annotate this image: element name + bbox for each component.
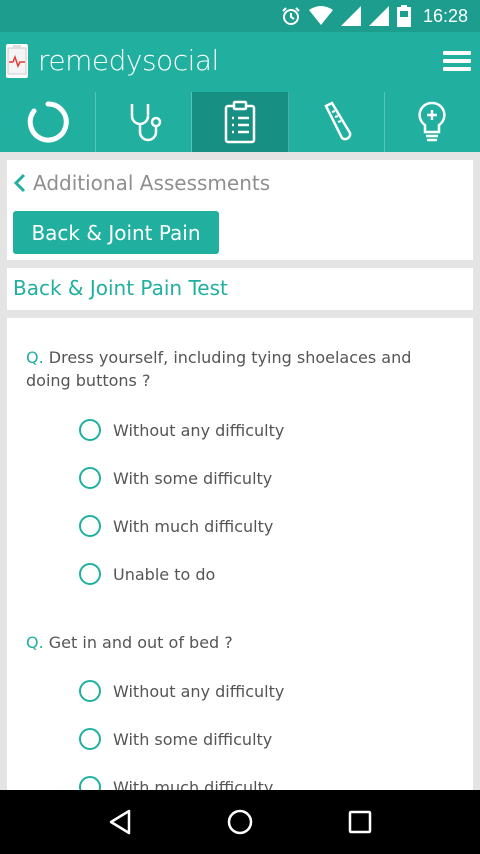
radio-button[interactable] xyxy=(79,563,101,585)
signal-icon xyxy=(340,6,361,26)
tab-tips[interactable] xyxy=(385,92,480,152)
radio-button[interactable] xyxy=(79,776,101,790)
system-nav-bar xyxy=(0,790,480,854)
question-2: Q. Get in and out of bed ? xyxy=(26,631,446,654)
nav-home-button[interactable] xyxy=(220,802,260,842)
tab-bar xyxy=(0,92,480,152)
question-text: Dress yourself, including tying shoelace… xyxy=(26,348,412,390)
answer-option[interactable]: With some difficulty xyxy=(79,466,272,490)
stethoscope-icon xyxy=(130,104,162,142)
radio-button[interactable] xyxy=(79,467,101,489)
wifi-icon xyxy=(308,6,333,25)
battery-icon xyxy=(396,5,411,27)
answer-option[interactable]: With some difficulty xyxy=(79,727,272,751)
status-bar: 16:28 xyxy=(0,0,480,32)
answer-option-label: With much difficulty xyxy=(113,777,274,791)
question-prefix: Q. xyxy=(26,633,44,652)
app-brand: remedysocial xyxy=(38,44,219,77)
answer-option[interactable]: With much difficulty xyxy=(79,514,273,538)
answer-option[interactable]: With much difficulty xyxy=(79,775,273,790)
questions-card: Q. Dress yourself, including tying shoel… xyxy=(7,318,473,790)
status-icons: 16:28 xyxy=(281,5,468,27)
nav-back-button[interactable] xyxy=(100,802,140,842)
question-text: Get in and out of bed ? xyxy=(48,633,233,652)
question-1: Q. Dress yourself, including tying shoel… xyxy=(26,346,446,392)
status-time: 16:28 xyxy=(422,6,468,26)
app-bar: remedysocial xyxy=(0,32,480,92)
tab-assessments[interactable] xyxy=(192,92,289,152)
test-title: Back & Joint Pain Test xyxy=(13,276,228,300)
answer-option-label: Without any difficulty xyxy=(113,420,285,440)
tab-diagnosis[interactable] xyxy=(96,92,193,152)
app-logo-icon xyxy=(6,44,28,78)
answer-option[interactable]: Without any difficulty xyxy=(79,679,284,703)
tab-temperature[interactable] xyxy=(289,92,385,152)
answer-option-label: With some difficulty xyxy=(113,729,273,749)
home-circle-icon xyxy=(227,809,253,835)
radio-button[interactable] xyxy=(79,419,101,441)
tab-progress[interactable] xyxy=(0,92,97,152)
answer-option-label: With some difficulty xyxy=(113,468,273,488)
category-button[interactable]: Back & Joint Pain xyxy=(13,211,219,254)
loading-circle-icon xyxy=(27,101,69,143)
alarm-icon xyxy=(282,7,300,25)
clipboard-icon xyxy=(224,100,256,144)
radio-button[interactable] xyxy=(79,680,101,702)
back-triangle-icon xyxy=(109,809,131,835)
radio-button[interactable] xyxy=(79,515,101,537)
back-link[interactable]: Additional Assessments xyxy=(13,170,270,196)
signal-icon xyxy=(368,6,389,26)
back-link-label: Additional Assessments xyxy=(33,171,271,195)
answer-option-label: Unable to do xyxy=(113,564,216,584)
answer-option[interactable]: Unable to do xyxy=(79,562,215,586)
recents-square-icon xyxy=(348,810,372,834)
thermometer-icon xyxy=(324,101,352,141)
nav-recents-button[interactable] xyxy=(340,802,380,842)
radio-button[interactable] xyxy=(79,728,101,750)
assessment-header-card: Additional Assessments Back & Joint Pain xyxy=(7,160,473,260)
answer-option[interactable]: Without any difficulty xyxy=(79,418,284,442)
hamburger-menu-icon[interactable] xyxy=(442,48,472,74)
lightbulb-icon xyxy=(418,101,447,142)
answer-option-label: With much difficulty xyxy=(113,516,274,536)
chevron-left-icon xyxy=(13,173,26,193)
question-prefix: Q. xyxy=(26,348,44,367)
test-title-card: Back & Joint Pain Test xyxy=(7,268,473,310)
answer-option-label: Without any difficulty xyxy=(113,681,285,701)
